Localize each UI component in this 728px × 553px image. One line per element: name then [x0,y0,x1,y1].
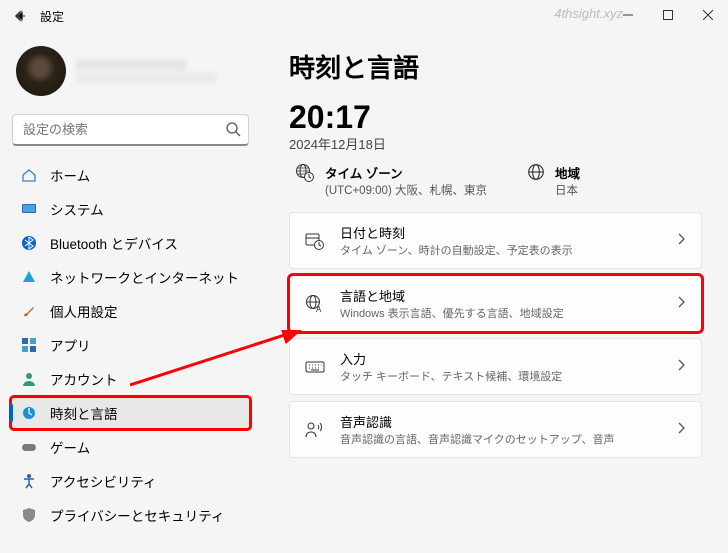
region-info[interactable]: 地域 日本 [527,163,580,198]
chevron-right-icon [677,295,687,313]
card-title: 音声認識 [340,412,663,431]
nav-personalization[interactable]: 個人用設定 [10,294,251,328]
region-value: 日本 [555,182,580,198]
card-sub: 音声認識の言語、音声認識マイクのセットアップ、音声 [340,431,663,447]
profile-block[interactable] [10,42,251,110]
avatar [16,46,66,96]
nav-time-language[interactable]: 時刻と言語 [10,396,251,430]
globe-clock-icon [20,404,38,422]
svg-text:A: A [316,305,322,314]
arrow-left-icon [13,9,27,23]
chevron-right-icon [677,358,687,376]
nav-label: プライバシーとセキュリティ [50,505,224,525]
card-title: 言語と地域 [340,286,663,305]
wifi-icon [20,268,38,286]
timezone-info[interactable]: タイム ゾーン (UTC+09:00) 大阪、札幌、東京 [295,163,487,198]
nav-label: ゲーム [50,437,90,457]
nav-label: アプリ [50,335,91,355]
info-row: タイム ゾーン (UTC+09:00) 大阪、札幌、東京 地域 日本 [289,163,702,212]
card-title: 日付と時刻 [340,223,663,242]
chevron-right-icon [677,232,687,250]
card-sub: タッチ キーボード、テキスト候補、環境設定 [340,368,663,384]
card-date-time[interactable]: 日付と時刻 タイム ゾーン、時計の自動設定、予定表の表示 [289,212,702,269]
nav-label: 時刻と言語 [50,403,118,423]
home-icon [20,166,38,184]
close-button[interactable] [688,0,728,30]
maximize-button[interactable] [648,0,688,30]
profile-name [76,59,186,71]
nav-label: アクセシビリティ [50,471,157,491]
nav-home[interactable]: ホーム [10,158,251,192]
content: 時刻と言語 20:17 2024年12月18日 タイム ゾーン (UTC+09:… [265,32,728,553]
search-box[interactable] [12,114,249,146]
system-icon [20,200,38,218]
nav-label: アカウント [50,369,118,389]
nav-label: ホーム [50,165,90,185]
region-label: 地域 [555,163,580,182]
nav-apps[interactable]: アプリ [10,328,251,362]
titlebar: 設定 4thsight.xyz [0,0,728,32]
chevron-right-icon [677,421,687,439]
sidebar: ホーム システム Bluetooth とデバイス ネットワークとインターネット … [0,32,265,553]
nav-list: ホーム システム Bluetooth とデバイス ネットワークとインターネット … [10,158,251,532]
search-input[interactable] [12,114,249,146]
nav-network[interactable]: ネットワークとインターネット [10,260,251,294]
bluetooth-icon [20,234,38,252]
apps-icon [20,336,38,354]
current-date: 2024年12月18日 [289,134,702,153]
keyboard-icon [304,359,326,375]
gamepad-icon [20,438,38,456]
globe-icon [295,163,315,188]
nav-label: システム [50,199,104,219]
card-speech[interactable]: 音声認識 音声認識の言語、音声認識マイクのセットアップ、音声 [289,401,702,458]
brush-icon [20,302,38,320]
timezone-value: (UTC+09:00) 大阪、札幌、東京 [325,182,487,198]
back-button[interactable] [8,4,32,28]
current-time: 20:17 [289,99,702,136]
language-icon: A [304,294,326,314]
nav-accounts[interactable]: アカウント [10,362,251,396]
profile-email [76,73,216,83]
card-sub: タイム ゾーン、時計の自動設定、予定表の表示 [340,242,663,258]
page-title: 時刻と言語 [289,48,702,85]
nav-privacy[interactable]: プライバシーとセキュリティ [10,498,251,532]
nav-label: Bluetooth とデバイス [50,233,178,253]
card-title: 入力 [340,349,663,368]
timezone-label: タイム ゾーン [325,163,487,182]
nav-accessibility[interactable]: アクセシビリティ [10,464,251,498]
person-icon [20,370,38,388]
search-icon [225,121,241,142]
calendar-clock-icon [304,231,326,251]
card-language-region[interactable]: A 言語と地域 Windows 表示言語、優先する言語、地域設定 [289,275,702,332]
settings-cards: 日付と時刻 タイム ゾーン、時計の自動設定、予定表の表示 A 言語と地域 Win… [289,212,702,458]
nav-label: ネットワークとインターネット [50,267,239,287]
minimize-button[interactable] [608,0,648,30]
speech-icon [304,421,326,439]
accessibility-icon [20,472,38,490]
globe-icon [527,163,545,186]
window-title: 設定 [40,8,64,25]
nav-gaming[interactable]: ゲーム [10,430,251,464]
shield-icon [20,506,38,524]
nav-bluetooth[interactable]: Bluetooth とデバイス [10,226,251,260]
nav-label: 個人用設定 [50,301,118,321]
card-typing[interactable]: 入力 タッチ キーボード、テキスト候補、環境設定 [289,338,702,395]
card-sub: Windows 表示言語、優先する言語、地域設定 [340,305,663,321]
nav-system[interactable]: システム [10,192,251,226]
